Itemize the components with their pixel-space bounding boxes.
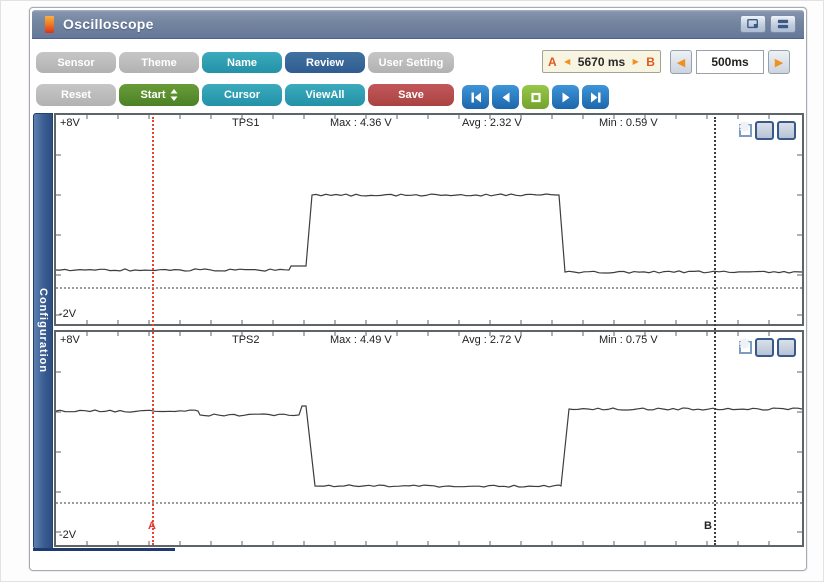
- cursor-a-tag: A: [548, 54, 557, 69]
- review-button[interactable]: Review: [285, 52, 365, 73]
- tile-icon: [777, 19, 789, 29]
- tps2-close-button[interactable]: [739, 338, 796, 357]
- close-icon: [739, 121, 750, 132]
- tps2-panel: +8V TPS2 Max : 4.49 V Avg : 2.72 V Min :…: [54, 330, 804, 547]
- cursor-b-label: B: [704, 520, 712, 532]
- step-back-button[interactable]: [492, 85, 519, 109]
- stop-icon: [530, 92, 541, 102]
- sensor-button[interactable]: Sensor: [36, 52, 116, 73]
- name-button[interactable]: Name: [202, 52, 282, 73]
- tps2-avg-readout: Avg : 2.72 V: [462, 334, 522, 346]
- configuration-tab[interactable]: Configuration: [33, 113, 53, 549]
- skip-start-icon: [471, 92, 481, 102]
- close-icon: [739, 338, 750, 349]
- cascade-icon: [747, 19, 758, 29]
- tps2-channel-name: TPS2: [232, 334, 260, 346]
- tab-underline: [33, 548, 175, 551]
- tps1-min-readout: Min : 0.59 V: [599, 117, 658, 129]
- tile-windows-button[interactable]: [770, 15, 796, 33]
- tps2-reference-line: [56, 502, 802, 504]
- cursor-b-tag: B: [646, 54, 655, 69]
- skip-end-button[interactable]: [582, 85, 609, 109]
- tps1-reference-line: [56, 287, 802, 289]
- timebase-value: 500ms: [696, 50, 764, 74]
- titlebar: Oscilloscope: [32, 10, 804, 39]
- tps1-channel-name: TPS1: [232, 117, 260, 129]
- cursor-a-line[interactable]: [152, 117, 154, 545]
- screen: Oscilloscope Sensor Theme Name Review Us…: [0, 0, 824, 582]
- start-button[interactable]: Start: [119, 84, 199, 106]
- configuration-tab-label: Configuration: [37, 288, 49, 374]
- tps1-waveform: [56, 115, 802, 324]
- cursor-button[interactable]: Cursor: [202, 84, 282, 106]
- ab-time-readout: A ◀ 5670 ms ▶ B: [542, 50, 661, 73]
- start-button-label: Start: [140, 89, 166, 101]
- tps1-top-scale: +8V: [60, 117, 80, 129]
- ab-delta-value: 5670 ms: [577, 54, 626, 69]
- cursor-a-label: A: [148, 520, 156, 532]
- tps1-avg-readout: Avg : 2.32 V: [462, 117, 522, 129]
- oscilloscope-window: Oscilloscope Sensor Theme Name Review Us…: [29, 7, 807, 571]
- viewall-button[interactable]: ViewAll: [285, 84, 365, 106]
- timebase-decrease-button[interactable]: ◀: [670, 50, 692, 74]
- stop-button[interactable]: [522, 85, 549, 109]
- tps1-panel: +8V TPS1 Max : 4.36 V Avg : 2.32 V Min :…: [54, 113, 804, 326]
- skip-end-icon: [590, 92, 600, 102]
- tps1-zoom-in-button[interactable]: [739, 121, 774, 140]
- step-back-icon: [502, 92, 509, 102]
- tps2-zoom-in-button[interactable]: [739, 338, 774, 357]
- theme-button[interactable]: Theme: [119, 52, 199, 73]
- b-right-arrow-icon[interactable]: ▶: [633, 57, 639, 66]
- tps2-top-scale: +8V: [60, 334, 80, 346]
- cursor-b-line[interactable]: [714, 117, 716, 545]
- reset-button[interactable]: Reset: [36, 84, 116, 106]
- cascade-windows-button[interactable]: [740, 15, 766, 33]
- play-button[interactable]: [552, 85, 579, 109]
- tps1-bottom-scale: -2V: [59, 308, 77, 320]
- tps2-max-readout: Max : 4.49 V: [330, 334, 392, 346]
- waveform-area: +8V TPS1 Max : 4.36 V Avg : 2.32 V Min :…: [54, 113, 804, 547]
- save-button[interactable]: Save: [368, 84, 454, 106]
- tps2-min-readout: Min : 0.75 V: [599, 334, 658, 346]
- start-spinner-icon: [170, 89, 178, 101]
- user-setting-button[interactable]: User Setting: [368, 52, 454, 73]
- a-left-arrow-icon[interactable]: ◀: [564, 57, 570, 66]
- timebase-increase-button[interactable]: ▶: [768, 50, 790, 74]
- window-title: Oscilloscope: [63, 16, 154, 32]
- tps2-bottom-scale: -2V: [59, 529, 77, 541]
- app-icon: [45, 15, 54, 33]
- tps1-max-readout: Max : 4.36 V: [330, 117, 392, 129]
- skip-start-button[interactable]: [462, 85, 489, 109]
- tps1-close-button[interactable]: [739, 121, 796, 140]
- play-icon: [562, 92, 569, 102]
- tps2-waveform: [56, 332, 802, 545]
